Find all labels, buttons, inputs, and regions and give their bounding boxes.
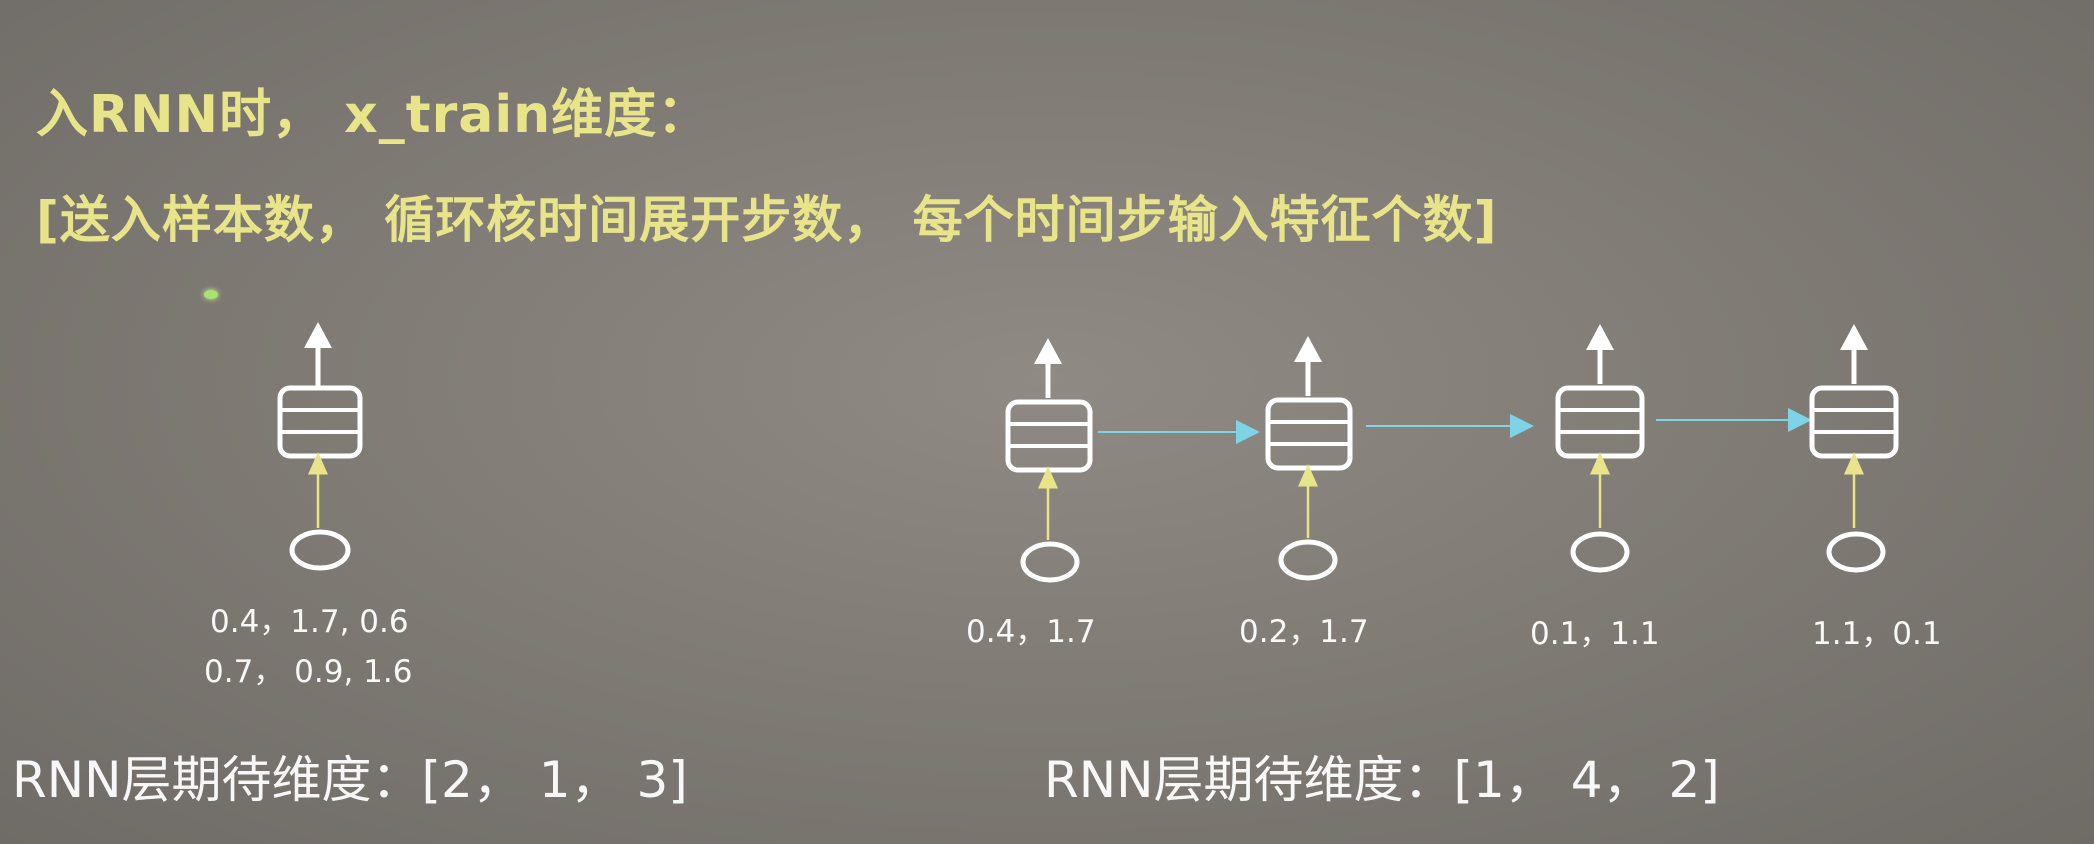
rnn-cell-step-2 xyxy=(1265,336,1353,581)
rnn-cell-step-1 xyxy=(1005,338,1093,583)
left-input-values-row-1: 0.4，1.7, 0.6 xyxy=(210,604,409,640)
input-node xyxy=(289,529,351,571)
slide: 入RNN时， x_train维度： [送入样本数， 循环核时间展开步数， 每个时… xyxy=(0,0,2094,844)
step-1-input-values: 0.4，1.7 xyxy=(966,614,1096,650)
output-arrow-head xyxy=(304,322,332,348)
right-expected-dims: RNN层期待维度：[1， 4， 2] xyxy=(1044,751,1720,809)
left-expected-dims: RNN层期待维度：[2， 1， 3] xyxy=(12,751,688,809)
rnn-cell-left xyxy=(277,322,363,571)
step-3-input-values: 0.1，1.1 xyxy=(1530,616,1660,652)
step-2-input-values: 0.2，1.7 xyxy=(1239,614,1369,650)
left-input-values-row-2: 0.7， 0.9, 1.6 xyxy=(204,654,413,690)
rnn-cell-step-3 xyxy=(1555,324,1645,573)
rnn-diagram xyxy=(277,322,1899,583)
rnn-cell-step-4 xyxy=(1809,324,1899,573)
step-4-input-values: 1.1，0.1 xyxy=(1812,616,1942,652)
cell-box xyxy=(277,385,363,459)
